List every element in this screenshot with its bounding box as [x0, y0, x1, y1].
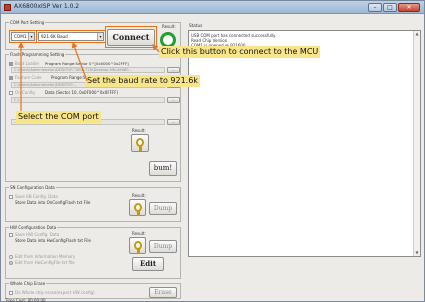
- on-config-path[interactable]: C:\...: [11, 97, 165, 103]
- close-button[interactable]: ✕: [398, 3, 420, 12]
- plug-stem: [137, 248, 140, 254]
- sn-config-group-label: SN Configuration Data: [9, 185, 56, 190]
- com-port-highlight: [9, 30, 37, 43]
- baud-annotation: Set the baud rate to 921.6k: [85, 75, 200, 87]
- checkbox-icon: [9, 62, 13, 66]
- plug-stem: [139, 145, 142, 151]
- on-config-range: Data (Sector 10, 0x0F000^0x0FFFF): [45, 90, 119, 95]
- sn-dump-button[interactable]: Dump: [149, 202, 177, 215]
- radio-icon: [9, 261, 13, 265]
- radio-icon: [9, 255, 13, 259]
- sn-dump-icon-button[interactable]: [129, 199, 146, 216]
- hw-store-label: Store Data into HwConfigFlash txt File: [15, 238, 91, 243]
- edit-from-memory-radio[interactable]: Edit from Information Memory: [9, 254, 75, 259]
- boot-loader-browse-button[interactable]: ...: [167, 67, 180, 73]
- app-window: AX6800xISP Ver 1.0.2 – □ ✕ COM Port Sett…: [0, 0, 425, 302]
- on-config-checkbox[interactable]: On Config: [9, 90, 35, 95]
- erase-button[interactable]: Erase: [149, 287, 177, 298]
- baud-rate-highlight: [36, 30, 106, 43]
- status-label: Status: [189, 23, 203, 28]
- window-title: AX6800xISP Ver 1.0.2: [14, 3, 80, 10]
- hw-result-label: Result:: [132, 231, 146, 236]
- scroll-up-icon[interactable]: ▲: [414, 31, 420, 37]
- checkbox-icon: [9, 76, 13, 80]
- time-cost-label: Time Cost: 00:00:00: [5, 298, 46, 302]
- checkbox-icon: [9, 291, 13, 295]
- save-sn-config-checkbox[interactable]: Save SN Config. Data: [9, 194, 58, 199]
- status-log: USB COM port has connected successfully.…: [188, 30, 421, 257]
- checkbox-icon: [9, 233, 13, 237]
- flash-result-label: Result:: [132, 128, 146, 133]
- boot-loader-checkbox[interactable]: Boot Loader: [9, 61, 39, 66]
- save-hw-config-checkbox[interactable]: Save HW Config. Data: [9, 232, 59, 237]
- connect-annotation: Click this button to connect to the MCU: [159, 46, 321, 58]
- on-config-browse-button[interactable]: ...: [167, 97, 180, 103]
- extra-flash-browse-button[interactable]: ...: [167, 119, 180, 125]
- title-bar: AX6800xISP Ver 1.0.2 – □ ✕: [1, 1, 424, 14]
- maximize-button[interactable]: □: [383, 3, 397, 12]
- boot-loader-range: Program Range:Sector 0^[0x0000^0x2FFF]: [45, 61, 129, 66]
- edit-button[interactable]: Edit: [132, 257, 164, 271]
- minimize-button[interactable]: –: [368, 3, 382, 12]
- sn-result-label: Result:: [132, 193, 146, 198]
- hw-config-group-label: HW Configuration Data: [9, 225, 58, 230]
- checkbox-icon: [9, 91, 13, 95]
- boot-loader-path[interactable]: C:\Users\Administrator\DESKTOP-73B4L72D\…: [11, 67, 165, 73]
- whole-chip-erase-checkbox[interactable]: Do Whole chip erase(expect HW config): [9, 290, 95, 295]
- chip-erase-group-label: Whole Chip Erase: [9, 281, 47, 286]
- scroll-down-icon[interactable]: ▼: [414, 250, 420, 256]
- edit-from-file-radio[interactable]: Edit from HwConfigFile txt file: [9, 260, 75, 265]
- burn-button[interactable]: bum!: [149, 161, 177, 176]
- connect-highlight: [105, 26, 157, 48]
- sn-store-label: Store Data into OnConfigFlash txt File: [15, 200, 91, 205]
- hw-dump-icon-button[interactable]: [129, 237, 146, 254]
- plug-stem: [137, 210, 140, 216]
- flash-programming-group-label: Flash Programming Setting: [9, 52, 66, 57]
- feature-code-checkbox[interactable]: Feature Code: [9, 75, 42, 80]
- com-result-label: Result:: [162, 24, 176, 29]
- com-port-annotation: Select the COM port: [16, 111, 101, 123]
- com-port-group-label: COM Port Setting: [9, 20, 46, 25]
- app-icon: [4, 4, 11, 11]
- checkbox-icon: [9, 195, 13, 199]
- burn-icon-button[interactable]: [131, 134, 149, 152]
- hw-dump-button[interactable]: Dump: [149, 240, 177, 253]
- status-scrollbar[interactable]: ▲ ▼: [413, 31, 420, 256]
